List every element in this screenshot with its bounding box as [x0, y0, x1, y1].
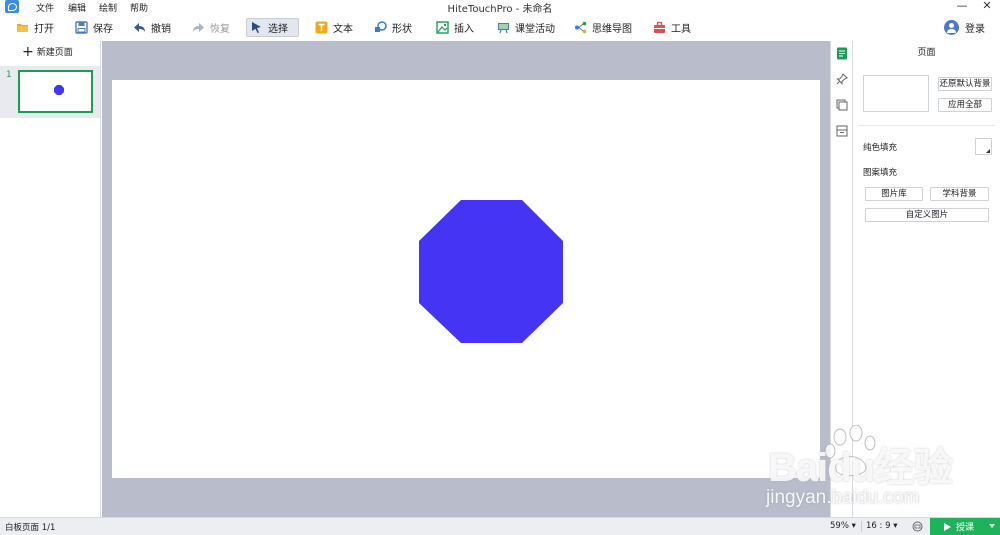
mindmap-button[interactable]: 思维导图	[571, 18, 635, 37]
page-properties-icon[interactable]	[836, 47, 848, 60]
open-button[interactable]: 打开	[13, 18, 57, 37]
page-thumbnail-row[interactable]: 1	[0, 66, 100, 118]
chevron-down-icon[interactable]	[989, 524, 995, 528]
insert-button[interactable]: 插入	[433, 18, 477, 37]
window-title: HiteTouchPro - 未命名	[447, 4, 553, 15]
save-button[interactable]: 保存	[72, 18, 116, 37]
zoom-level-select[interactable]: 59% ▾	[830, 521, 856, 531]
zoom-value: 59%	[830, 521, 849, 531]
save-label: 保存	[93, 24, 113, 35]
minimize-button[interactable]: —	[955, 0, 969, 13]
fill-color-picker[interactable]	[975, 138, 992, 155]
canvas-scrollbar[interactable]	[820, 41, 830, 517]
open-label: 打开	[34, 24, 54, 35]
page-count-status: 白板页面 1/1	[5, 523, 56, 533]
title-bar: 文件 编辑 绘制 帮助 HiteTouchPro - 未命名 — ✕	[0, 0, 1000, 15]
shapes-icon	[374, 21, 387, 34]
new-page-button[interactable]: + 新建页面	[22, 43, 73, 60]
text-icon	[315, 21, 328, 34]
pages-panel: + 新建页面 1	[0, 41, 101, 517]
present-label: 授课	[956, 523, 975, 533]
select-label: 选择	[268, 24, 288, 35]
undo-icon	[133, 21, 146, 34]
folder-icon	[16, 21, 29, 34]
class-activity-label: 课堂活动	[515, 24, 555, 35]
status-divider	[861, 521, 862, 532]
menu-file[interactable]: 文件	[36, 1, 54, 14]
side-icon-strip	[830, 41, 853, 517]
cursor-arrow-icon	[250, 21, 263, 34]
text-label: 文本	[333, 24, 353, 35]
select-button[interactable]: 选择	[246, 18, 299, 37]
redo-button[interactable]: 恢复	[189, 18, 233, 37]
class-activity-button[interactable]: 课堂活动	[494, 18, 558, 37]
insert-image-icon	[436, 21, 449, 34]
custom-picture-button[interactable]: 自定义图片	[865, 208, 989, 222]
ratio-value: 16 : 9	[866, 521, 891, 531]
new-page-label: 新建页面	[36, 48, 73, 58]
user-avatar-icon	[944, 20, 959, 35]
archive-icon[interactable]	[836, 125, 848, 137]
text-button[interactable]: 文本	[312, 18, 356, 37]
shape-button[interactable]: 形状	[371, 18, 415, 37]
aspect-ratio-select[interactable]: 16 : 9 ▾	[866, 521, 897, 531]
undo-button[interactable]: 撤销	[130, 18, 174, 37]
login-label: 登录	[965, 24, 985, 35]
tools-label: 工具	[671, 24, 691, 35]
redo-label: 恢复	[210, 24, 230, 35]
menu-draw[interactable]: 绘制	[99, 1, 117, 14]
subject-background-button[interactable]: 学科背景	[930, 187, 989, 201]
reset-background-button[interactable]: 还原默认背景	[938, 77, 992, 91]
login-button[interactable]: 登录	[941, 18, 988, 37]
apply-all-button[interactable]: 应用全部	[938, 98, 992, 112]
slide-drawing	[419, 200, 563, 343]
background-preview	[863, 75, 929, 112]
menu-help[interactable]: 帮助	[130, 1, 148, 14]
whiteboard-slide[interactable]	[112, 80, 820, 478]
thumbnail-octagon	[54, 85, 64, 95]
undo-label: 撤销	[151, 24, 171, 35]
app-logo-icon[interactable]	[5, 0, 19, 13]
canvas-area[interactable]	[102, 41, 830, 517]
divider	[858, 125, 995, 126]
solid-fill-label: 纯色填充	[863, 143, 898, 153]
main-toolbar: 打开 保存 撤销 恢复 选择 文本 形状 插入 课堂活动 思维导图 工具 登录	[0, 14, 1000, 41]
shape-label: 形状	[392, 24, 412, 35]
layers-icon[interactable]	[836, 99, 848, 111]
mindmap-icon	[574, 21, 587, 34]
mindmap-label: 思维导图	[592, 24, 632, 35]
insert-label: 插入	[454, 24, 474, 35]
activity-board-icon	[497, 21, 510, 34]
menu-edit[interactable]: 编辑	[68, 1, 86, 14]
properties-panel: 页面 还原默认背景 应用全部 纯色填充 图案填充 图片库 学科背景 自定义图片	[853, 41, 1000, 517]
save-icon	[75, 21, 88, 34]
play-icon	[944, 522, 951, 531]
pin-icon[interactable]	[836, 73, 848, 85]
octagon-shape[interactable]	[419, 200, 563, 343]
screen-mode-icon[interactable]	[912, 521, 923, 535]
properties-title: 页面	[917, 48, 936, 58]
page-number: 1	[6, 70, 12, 80]
close-button[interactable]: ✕	[980, 0, 994, 13]
tools-button[interactable]: 工具	[650, 18, 694, 37]
pattern-fill-label: 图案填充	[863, 168, 898, 178]
page-thumbnail[interactable]	[18, 70, 93, 113]
plus-icon: +	[22, 43, 34, 60]
picture-library-button[interactable]: 图片库	[865, 187, 923, 201]
present-button[interactable]: 授课	[930, 518, 1000, 535]
redo-icon	[192, 21, 205, 34]
status-bar: 白板页面 1/1 59% ▾ 16 : 9 ▾ 授课	[0, 517, 1000, 535]
toolbox-icon	[653, 21, 666, 34]
